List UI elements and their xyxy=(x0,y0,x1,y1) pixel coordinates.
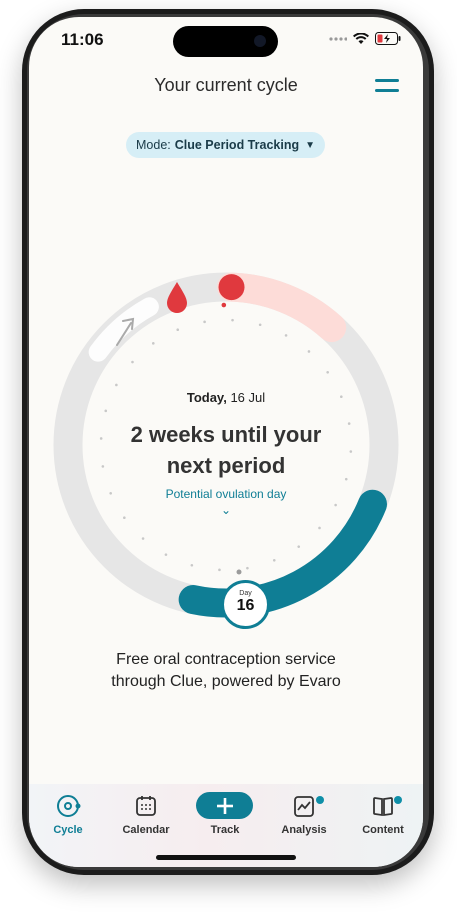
app-screen: 11:06 Your current cycle Mode: Clue Peri… xyxy=(29,17,423,867)
current-day-marker[interactable]: Day 16 xyxy=(221,580,270,629)
cycle-icon xyxy=(57,795,81,817)
cycle-day-dot xyxy=(284,334,288,337)
cycle-day-dot xyxy=(164,553,168,556)
pms-arc xyxy=(88,297,159,362)
cycle-day-dot xyxy=(297,545,301,548)
book-icon xyxy=(373,797,393,817)
plus-icon xyxy=(217,798,233,814)
cycle-day-dot xyxy=(218,568,221,572)
cycle-day-dot xyxy=(326,370,329,374)
cycle-day-dot xyxy=(231,318,234,322)
cycle-day-dot xyxy=(151,342,155,345)
tab-analysis[interactable]: Analysis xyxy=(269,792,339,836)
today-period-dot xyxy=(221,302,227,308)
today-date: Today, 16 Jul xyxy=(186,390,266,405)
cycle-day-dot xyxy=(307,350,311,353)
period-arc xyxy=(217,272,347,343)
tab-cycle[interactable]: Cycle xyxy=(33,792,103,836)
cycle-day-dot xyxy=(203,320,206,324)
contraception-promo[interactable]: Free oral contraception service through … xyxy=(29,649,423,693)
cycle-day-dot xyxy=(190,563,194,567)
chevron-down-icon[interactable]: ⌄ xyxy=(29,503,423,517)
ovulation-link[interactable]: Potential ovulation day xyxy=(29,487,423,501)
analysis-badge xyxy=(316,796,324,804)
cycle-day-dot xyxy=(272,559,276,562)
tab-content[interactable]: Content xyxy=(348,792,418,836)
current-day-dot xyxy=(236,569,242,575)
cycle-day-dot xyxy=(246,566,249,570)
cycle-day-dot xyxy=(115,383,118,387)
cycle-day-dot xyxy=(104,409,108,413)
calendar-icon xyxy=(136,796,156,816)
cycle-day-dot xyxy=(318,526,321,530)
period-start-marker xyxy=(218,274,245,301)
tab-track[interactable]: Track xyxy=(190,792,260,836)
fertile-arc xyxy=(178,489,387,618)
home-indicator xyxy=(156,855,296,860)
cycle-day-dot xyxy=(141,537,145,540)
cycle-day-dot xyxy=(258,323,262,327)
cycle-day-dot xyxy=(131,360,134,364)
cycle-headline: 2 weeks until your next period xyxy=(130,422,322,478)
tab-calendar[interactable]: Calendar xyxy=(111,792,181,836)
content-badge xyxy=(394,796,402,804)
cycle-day-dot xyxy=(176,328,180,331)
analysis-icon xyxy=(294,796,314,817)
